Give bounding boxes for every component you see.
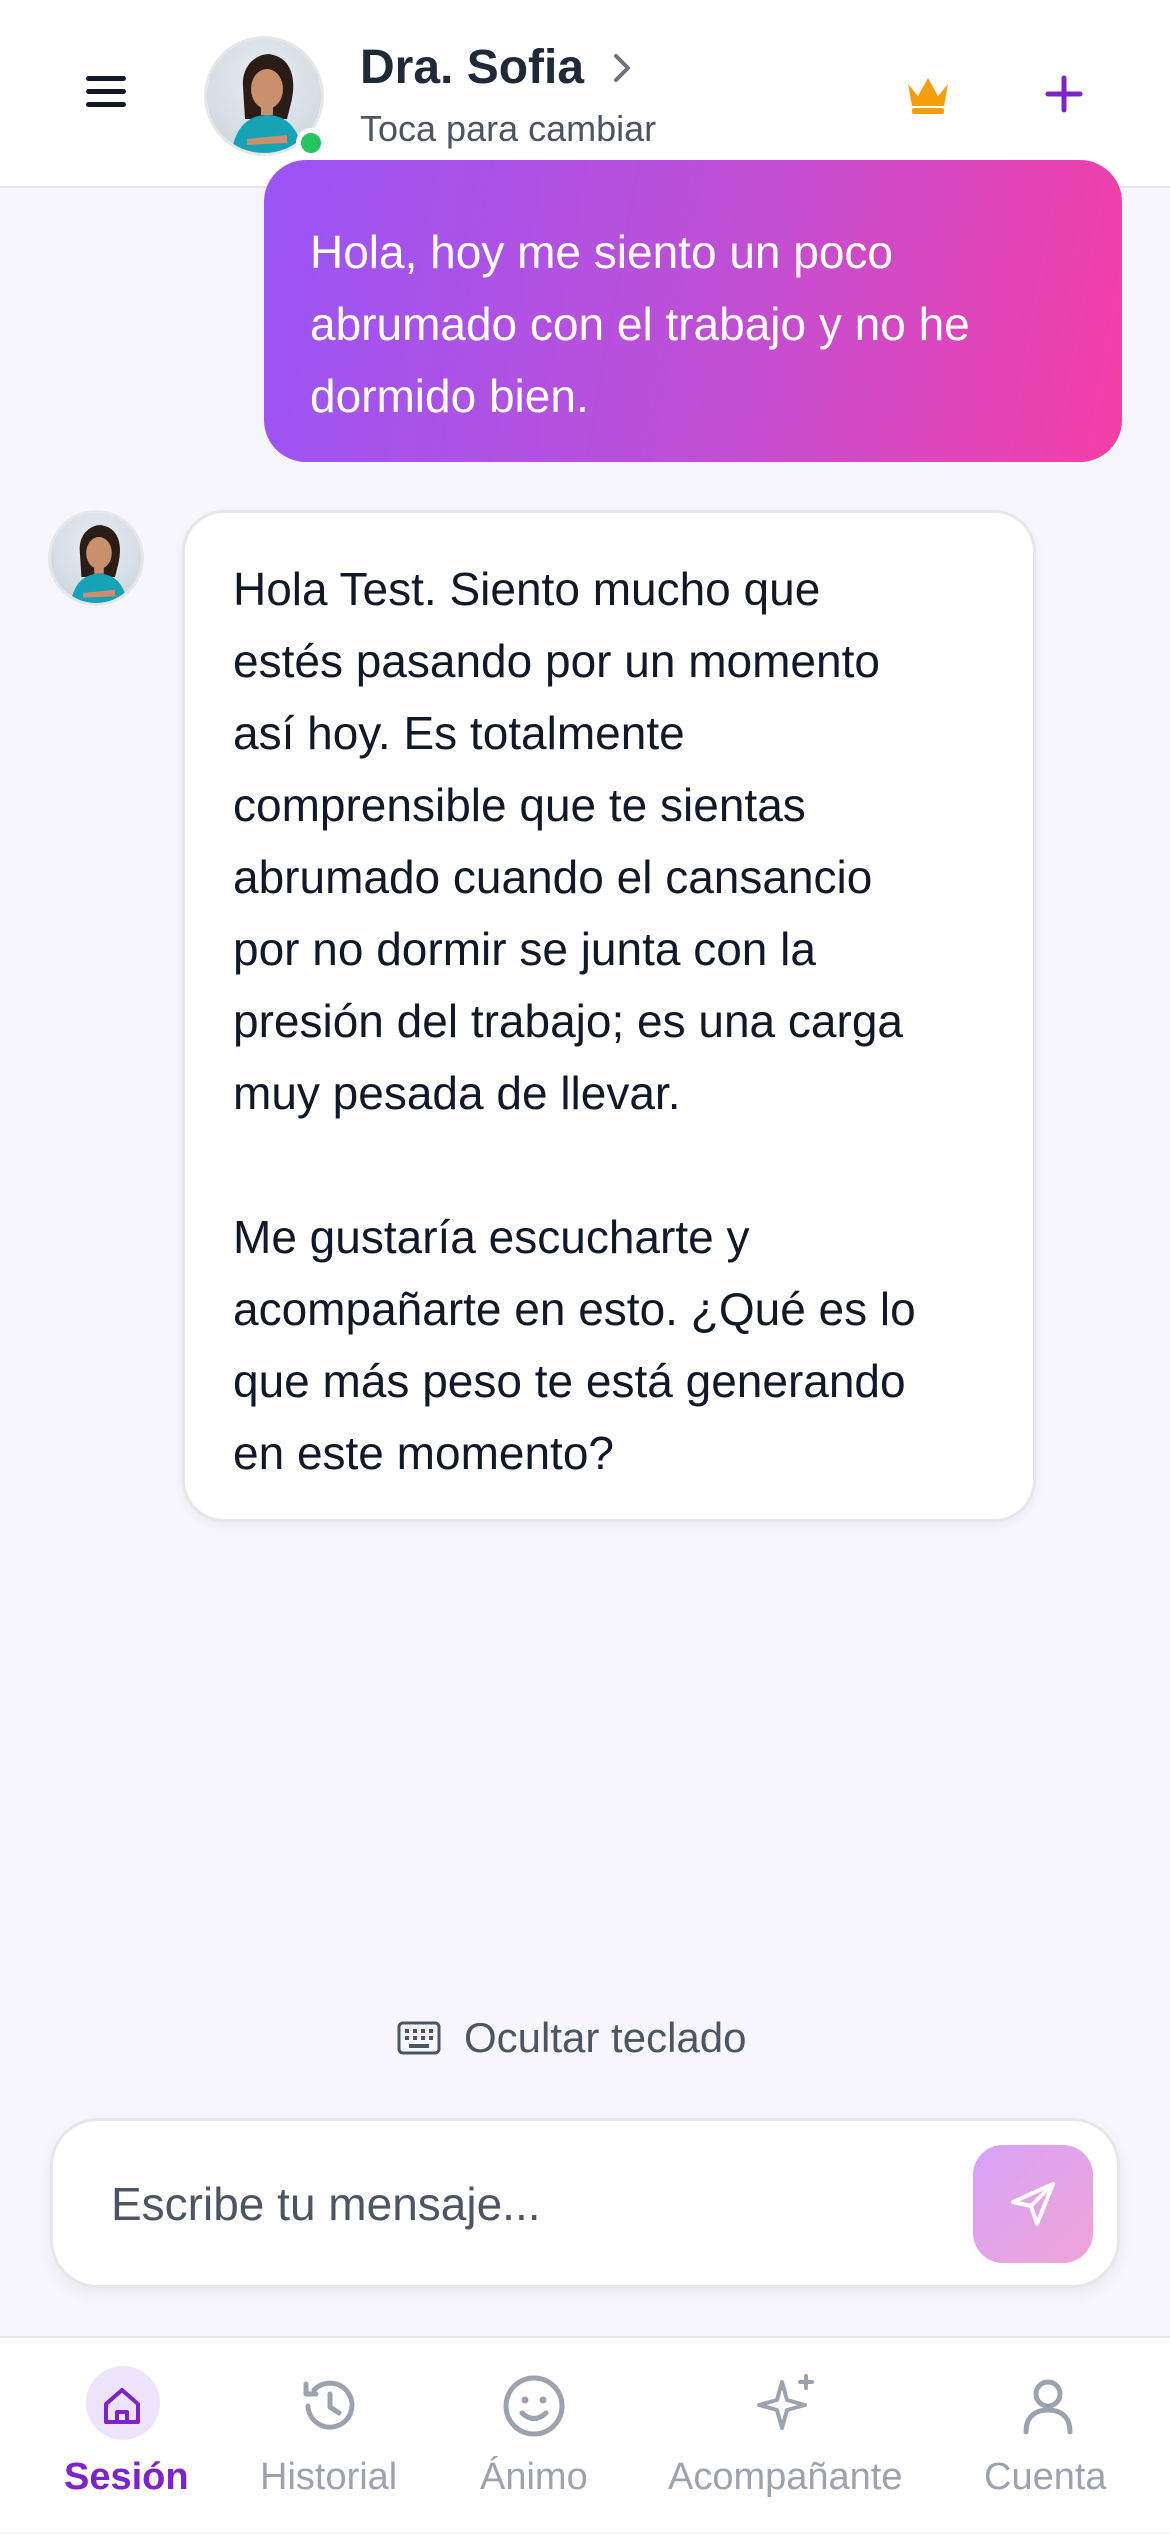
message-line: abrumado cuando el cansancio [233, 851, 873, 903]
message-line: acompañarte en esto. ¿Qué es lo [233, 1283, 916, 1335]
message-line: en este momento? [233, 1427, 615, 1479]
nav-item-cuenta[interactable]: Cuenta [972, 2338, 1122, 2534]
nav-item-animo[interactable]: Ánimo [464, 2338, 604, 2534]
plus-icon[interactable] [1044, 74, 1084, 114]
message-line: Hola, hoy me siento un poco [310, 226, 894, 278]
user-message-bubble: Hola, hoy me siento un poco abrumado con… [264, 160, 1122, 462]
sparkles-icon [757, 2374, 814, 2430]
hide-keyboard-label: Ocultar teclado [464, 2014, 747, 2061]
online-status-dot [296, 128, 326, 158]
message-line: comprensible que te sientas [233, 779, 806, 831]
send-button[interactable] [973, 2145, 1093, 2263]
chevron-right-icon[interactable] [602, 48, 642, 88]
nav-item-sesion[interactable]: Sesión [48, 2338, 196, 2534]
keyboard-icon [397, 2021, 441, 2055]
user-icon [1023, 2379, 1073, 2435]
message-composer[interactable]: Escribe tu mensaje... [50, 2118, 1120, 2288]
menu-icon[interactable] [86, 76, 126, 112]
bottom-navigation: Sesión Historial Ánimo Acompañante Cuent… [0, 2336, 1170, 2532]
change-companion-hint[interactable]: Toca para cambiar [360, 108, 656, 150]
message-line: muy pesada de llevar. [233, 1067, 681, 1119]
crown-icon[interactable] [904, 72, 952, 116]
nav-label: Sesión [64, 2456, 189, 2498]
nav-label: Cuenta [984, 2456, 1107, 2498]
message-line: Me gustaría escucharte y [233, 1211, 750, 1263]
message-input[interactable]: Escribe tu mensaje... [111, 2177, 541, 2231]
companion-avatar[interactable] [204, 36, 326, 158]
assistant-message-bubble: Hola Test. Siento mucho que estés pasand… [182, 510, 1036, 1522]
hide-keyboard-button[interactable]: Ocultar teclado [396, 2008, 746, 2068]
nav-item-acompanante[interactable]: Acompañante [662, 2338, 912, 2534]
history-icon [303, 2380, 355, 2430]
message-line: así hoy. Es totalmente [233, 707, 685, 759]
message-line: estés pasando por un momento [233, 635, 880, 687]
nav-item-historial[interactable]: Historial [250, 2338, 410, 2534]
message-line: que más peso te está generando [233, 1355, 906, 1407]
nav-label: Acompañante [668, 2456, 903, 2498]
companion-name[interactable]: Dra. Sofia [360, 40, 584, 95]
message-line: abrumado con el trabajo y no he [310, 298, 970, 350]
message-paragraph: Me gustaría escucharte y acompañarte en … [233, 1201, 993, 1489]
home-icon [104, 2388, 140, 2424]
message-line: presión del trabajo; es una carga [233, 995, 903, 1047]
nav-label: Historial [260, 2456, 398, 2498]
message-line: Hola Test. Siento mucho que [233, 563, 821, 615]
message-paragraph: Hola Test. Siento mucho que estés pasand… [233, 553, 993, 1129]
nav-label: Ánimo [480, 2456, 588, 2498]
message-line: por no dormir se junta con la [233, 923, 816, 975]
send-icon [1011, 2182, 1055, 2226]
message-line: dormido bien. [310, 370, 589, 422]
assistant-avatar [48, 510, 144, 606]
smile-icon [503, 2375, 565, 2437]
